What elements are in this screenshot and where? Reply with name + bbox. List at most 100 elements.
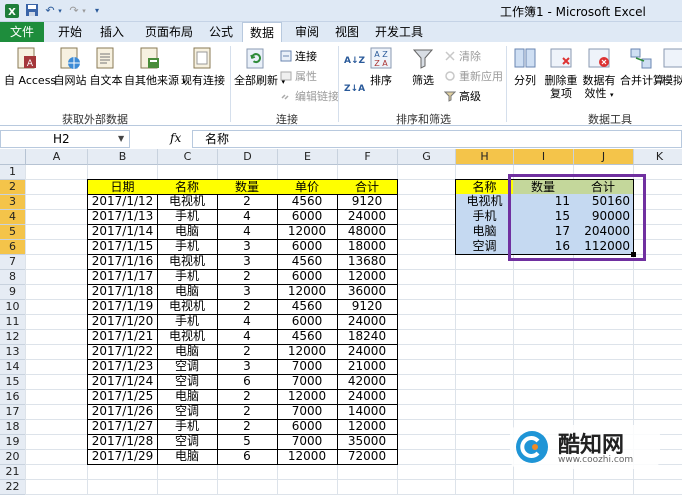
table-cell[interactable]: 3: [217, 254, 278, 270]
table-cell[interactable]: 2017/1/26: [87, 404, 158, 420]
table-cell[interactable]: 电视机: [157, 194, 218, 210]
main-table-header[interactable]: 名称: [157, 179, 218, 195]
sort-ascending-button[interactable]: A↓Z: [344, 54, 365, 68]
table-cell[interactable]: 24000: [337, 209, 398, 225]
row-header-13[interactable]: 13: [0, 345, 26, 360]
row-header-6[interactable]: 6: [0, 240, 26, 255]
table-cell[interactable]: 4560: [277, 329, 338, 345]
table-cell[interactable]: 4: [217, 209, 278, 225]
table-cell[interactable]: 2017/1/20: [87, 314, 158, 330]
table-cell[interactable]: 4560: [277, 194, 338, 210]
table-cell[interactable]: 2017/1/13: [87, 209, 158, 225]
table-cell[interactable]: 9120: [337, 194, 398, 210]
table-cell[interactable]: 2017/1/23: [87, 359, 158, 375]
table-cell[interactable]: 电视机: [157, 329, 218, 345]
name-box[interactable]: H2: [0, 130, 130, 148]
table-cell[interactable]: 电脑: [157, 389, 218, 405]
summary-cell[interactable]: 空调: [455, 239, 514, 255]
table-cell[interactable]: 6000: [277, 419, 338, 435]
row-header-1[interactable]: 1: [0, 165, 26, 180]
table-cell[interactable]: 2017/1/18: [87, 284, 158, 300]
summary-table-header[interactable]: 名称: [455, 179, 514, 195]
column-header-i[interactable]: I: [514, 149, 574, 165]
column-header-f[interactable]: F: [338, 149, 398, 165]
connections-button[interactable]: 连接: [280, 50, 317, 64]
table-cell[interactable]: 42000: [337, 374, 398, 390]
table-cell[interactable]: 3: [217, 239, 278, 255]
table-cell[interactable]: 空调: [157, 434, 218, 450]
table-cell[interactable]: 4: [217, 329, 278, 345]
table-cell[interactable]: 2: [217, 389, 278, 405]
column-header-h[interactable]: H: [456, 149, 514, 165]
tab-review[interactable]: 审阅: [290, 22, 324, 42]
table-cell[interactable]: 24000: [337, 389, 398, 405]
sort-button[interactable]: A ZZ A 排序: [366, 46, 396, 87]
table-cell[interactable]: 13680: [337, 254, 398, 270]
fill-handle[interactable]: [631, 252, 636, 257]
text-to-columns-button[interactable]: 分列: [510, 46, 540, 87]
table-cell[interactable]: 6: [217, 374, 278, 390]
table-cell[interactable]: 24000: [337, 344, 398, 360]
table-cell[interactable]: 电视机: [157, 254, 218, 270]
from-access-button[interactable]: A 自 Access: [4, 46, 56, 87]
tab-view[interactable]: 视图: [330, 22, 364, 42]
row-header-15[interactable]: 15: [0, 375, 26, 390]
what-if-button[interactable]: 模拟: [662, 46, 682, 87]
row-header-17[interactable]: 17: [0, 405, 26, 420]
row-header-3[interactable]: 3: [0, 195, 26, 210]
table-cell[interactable]: 12000: [277, 449, 338, 465]
tab-insert[interactable]: 插入: [94, 22, 130, 42]
row-header-10[interactable]: 10: [0, 300, 26, 315]
table-cell[interactable]: 12000: [277, 344, 338, 360]
table-cell[interactable]: 14000: [337, 404, 398, 420]
column-header-g[interactable]: G: [398, 149, 456, 165]
table-cell[interactable]: 6: [217, 449, 278, 465]
table-cell[interactable]: 2: [217, 269, 278, 285]
table-cell[interactable]: 电脑: [157, 284, 218, 300]
tab-file[interactable]: 文件: [0, 22, 44, 42]
table-cell[interactable]: 2: [217, 194, 278, 210]
refresh-all-button[interactable]: 全部刷新 ▾: [234, 46, 285, 89]
table-cell[interactable]: 6000: [277, 239, 338, 255]
table-cell[interactable]: 电脑: [157, 344, 218, 360]
chevron-down-icon[interactable]: ▼: [118, 134, 124, 143]
table-cell[interactable]: 2017/1/21: [87, 329, 158, 345]
table-cell[interactable]: 2017/1/17: [87, 269, 158, 285]
tab-formulas[interactable]: 公式: [204, 22, 238, 42]
column-header-b[interactable]: B: [88, 149, 158, 165]
table-cell[interactable]: 2017/1/24: [87, 374, 158, 390]
main-table-header[interactable]: 数量: [217, 179, 278, 195]
table-cell[interactable]: 35000: [337, 434, 398, 450]
table-cell[interactable]: 6000: [277, 209, 338, 225]
table-cell[interactable]: 3: [217, 284, 278, 300]
table-cell[interactable]: 2: [217, 419, 278, 435]
table-cell[interactable]: 手机: [157, 419, 218, 435]
table-cell[interactable]: 36000: [337, 284, 398, 300]
save-icon[interactable]: [24, 3, 40, 19]
table-cell[interactable]: 6000: [277, 314, 338, 330]
table-cell[interactable]: 2: [217, 299, 278, 315]
table-cell[interactable]: 手机: [157, 269, 218, 285]
row-header-5[interactable]: 5: [0, 225, 26, 240]
main-table-header[interactable]: 日期: [87, 179, 158, 195]
row-header-18[interactable]: 18: [0, 420, 26, 435]
undo-dropdown-icon[interactable]: ▾: [56, 3, 64, 19]
main-table-header[interactable]: 单价: [277, 179, 338, 195]
table-cell[interactable]: 电视机: [157, 299, 218, 315]
row-header-12[interactable]: 12: [0, 330, 26, 345]
clear-button[interactable]: 清除: [444, 50, 481, 64]
table-cell[interactable]: 12000: [277, 389, 338, 405]
table-cell[interactable]: 5: [217, 434, 278, 450]
table-cell[interactable]: 手机: [157, 314, 218, 330]
table-cell[interactable]: 2017/1/29: [87, 449, 158, 465]
table-cell[interactable]: 48000: [337, 224, 398, 240]
properties-button[interactable]: 属性: [280, 70, 317, 84]
advanced-filter-button[interactable]: 高级: [444, 90, 481, 104]
table-cell[interactable]: 4: [217, 314, 278, 330]
table-cell[interactable]: 2017/1/27: [87, 419, 158, 435]
row-header-14[interactable]: 14: [0, 360, 26, 375]
summary-cell[interactable]: 手机: [455, 209, 514, 225]
table-cell[interactable]: 7000: [277, 374, 338, 390]
reapply-button[interactable]: 重新应用: [444, 70, 503, 84]
column-header-a[interactable]: A: [26, 149, 88, 165]
